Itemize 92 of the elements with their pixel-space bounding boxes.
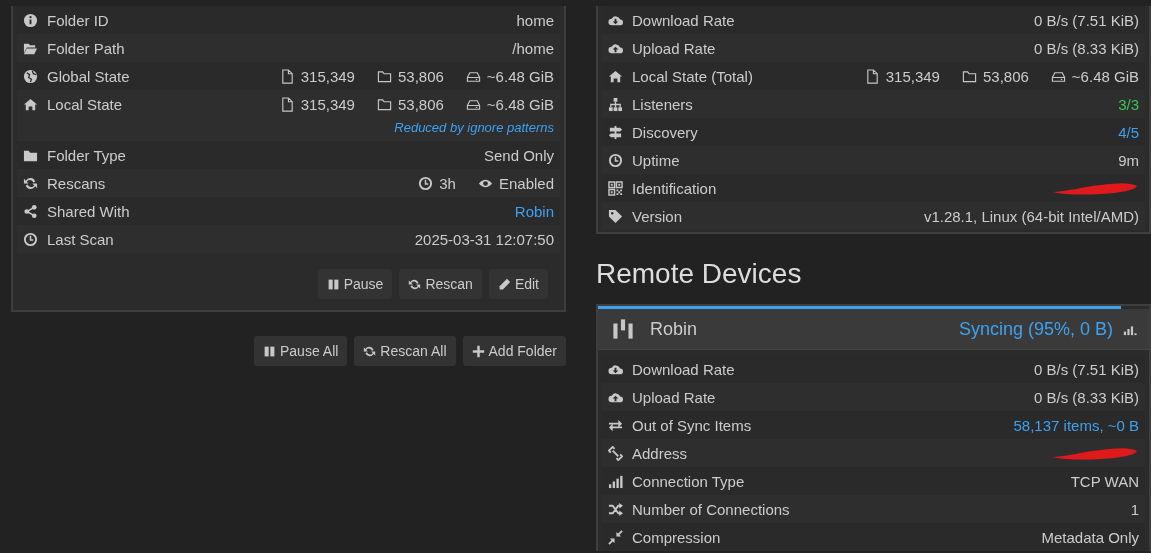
value-text: 1 bbox=[1130, 500, 1139, 518]
row-label: Uptime bbox=[632, 151, 680, 169]
row-label: Folder ID bbox=[47, 11, 109, 29]
refresh-icon bbox=[23, 175, 38, 191]
row-label: Global State bbox=[47, 67, 130, 85]
sync-status: Syncing (95%, 0 B) bbox=[958, 318, 1113, 340]
value-text: 9m bbox=[1118, 151, 1139, 169]
value-text: home bbox=[516, 11, 554, 29]
row-label: Local State bbox=[47, 95, 123, 113]
folder-icon bbox=[376, 68, 392, 84]
pause-icon bbox=[263, 344, 276, 358]
value-text: 2025-03-31 12:07:50 bbox=[414, 230, 554, 248]
exchange-arrows-icon bbox=[608, 417, 623, 433]
edit-button[interactable]: Edit bbox=[488, 269, 548, 299]
row-label: Folder Path bbox=[47, 39, 125, 57]
sitemap-icon bbox=[608, 96, 623, 112]
row-label: Last Scan bbox=[47, 230, 114, 248]
folder-icon bbox=[376, 96, 392, 112]
rescan-button[interactable]: Rescan bbox=[399, 269, 482, 299]
note-text: Reduced by ignore patterns bbox=[393, 119, 554, 137]
value-text: /home bbox=[512, 39, 554, 57]
value-link[interactable]: 58,137 items, ~0 B bbox=[1013, 416, 1139, 434]
add-folder-button[interactable]: Add Folder bbox=[462, 336, 566, 366]
pause-icon bbox=[326, 277, 340, 291]
signpost-icon bbox=[608, 124, 623, 140]
file-count: 315,349 bbox=[885, 67, 940, 85]
folder-icon bbox=[961, 68, 977, 84]
row-label: Address bbox=[632, 444, 688, 462]
row-label: Version bbox=[632, 207, 683, 225]
row-label: Compression bbox=[632, 528, 721, 546]
file-icon bbox=[279, 68, 295, 84]
shuffle-icon bbox=[608, 501, 623, 517]
device-header[interactable]: Robin Syncing (95%, 0 B) bbox=[598, 309, 1149, 350]
folder-count: 53,806 bbox=[982, 67, 1029, 85]
device-icon bbox=[612, 318, 634, 340]
row-label: Local State (Total) bbox=[632, 67, 753, 85]
row-label: Upload Rate bbox=[632, 39, 716, 57]
value-text: 0 B/s (8.33 KiB) bbox=[1033, 388, 1139, 406]
folder-count: 53,806 bbox=[397, 95, 444, 113]
section-heading: Remote Devices bbox=[596, 258, 802, 290]
value-text: 0 B/s (8.33 KiB) bbox=[1033, 39, 1139, 57]
value-text: Metadata Only bbox=[1041, 528, 1139, 546]
home-icon bbox=[608, 68, 623, 84]
share-icon bbox=[23, 203, 38, 219]
row-label: Number of Connections bbox=[632, 500, 790, 518]
clock-icon bbox=[23, 231, 38, 247]
row-label: Identification bbox=[632, 179, 717, 197]
row-label: Download Rate bbox=[632, 360, 735, 378]
compress-icon bbox=[608, 529, 623, 545]
row-label: Shared With bbox=[47, 202, 130, 220]
home-icon bbox=[23, 96, 38, 112]
tag-icon bbox=[608, 208, 623, 224]
clock-icon bbox=[418, 175, 434, 191]
value-text: 0 B/s (7.51 KiB) bbox=[1033, 360, 1139, 378]
refresh-icon bbox=[408, 277, 422, 291]
value-text: TCP WAN bbox=[1070, 472, 1139, 490]
clock-icon bbox=[608, 152, 623, 168]
signal-bars-icon bbox=[608, 473, 623, 489]
file-count: 315,349 bbox=[300, 67, 355, 85]
row-label: Listeners bbox=[632, 95, 693, 113]
size-text: ~6.48 GiB bbox=[486, 67, 554, 85]
value-text: v1.28.1, Linux (64-bit Intel/AMD) bbox=[923, 207, 1139, 225]
file-count: 315,349 bbox=[300, 95, 355, 113]
file-icon bbox=[279, 96, 295, 112]
rescan-all-button[interactable]: Rescan All bbox=[354, 336, 456, 366]
row-label: Discovery bbox=[632, 123, 698, 141]
row-label: Upload Rate bbox=[632, 388, 716, 406]
row-label: Download Rate bbox=[632, 11, 735, 29]
pencil-icon bbox=[497, 277, 511, 291]
size-text: ~6.48 GiB bbox=[486, 95, 554, 113]
row-label: Folder Type bbox=[47, 146, 126, 164]
value-text: Send Only bbox=[483, 146, 554, 164]
globe-icon bbox=[23, 68, 38, 84]
size-text: ~6.48 GiB bbox=[1071, 67, 1139, 85]
plus-icon bbox=[471, 344, 485, 358]
value-link[interactable]: Robin bbox=[514, 202, 554, 220]
row-label: Connection Type bbox=[632, 472, 745, 490]
folder-count: 53,806 bbox=[397, 67, 444, 85]
pause-all-button[interactable]: Pause All bbox=[254, 336, 348, 366]
file-icon bbox=[864, 68, 880, 84]
device-name: Robin bbox=[650, 318, 699, 340]
row-label: Rescans bbox=[47, 174, 106, 192]
refresh-icon bbox=[363, 344, 377, 358]
interval-text: 3h bbox=[439, 174, 456, 192]
row-label: Out of Sync Items bbox=[632, 416, 752, 434]
pause-button[interactable]: Pause bbox=[317, 269, 393, 299]
value-link[interactable]: 4/5 bbox=[1118, 123, 1139, 141]
value-text: 3/3 bbox=[1118, 95, 1139, 113]
watcher-status: Enabled bbox=[498, 174, 554, 192]
value-text: 0 B/s (7.51 KiB) bbox=[1033, 11, 1139, 29]
qr-code-icon bbox=[608, 180, 623, 196]
info-icon bbox=[23, 12, 38, 28]
